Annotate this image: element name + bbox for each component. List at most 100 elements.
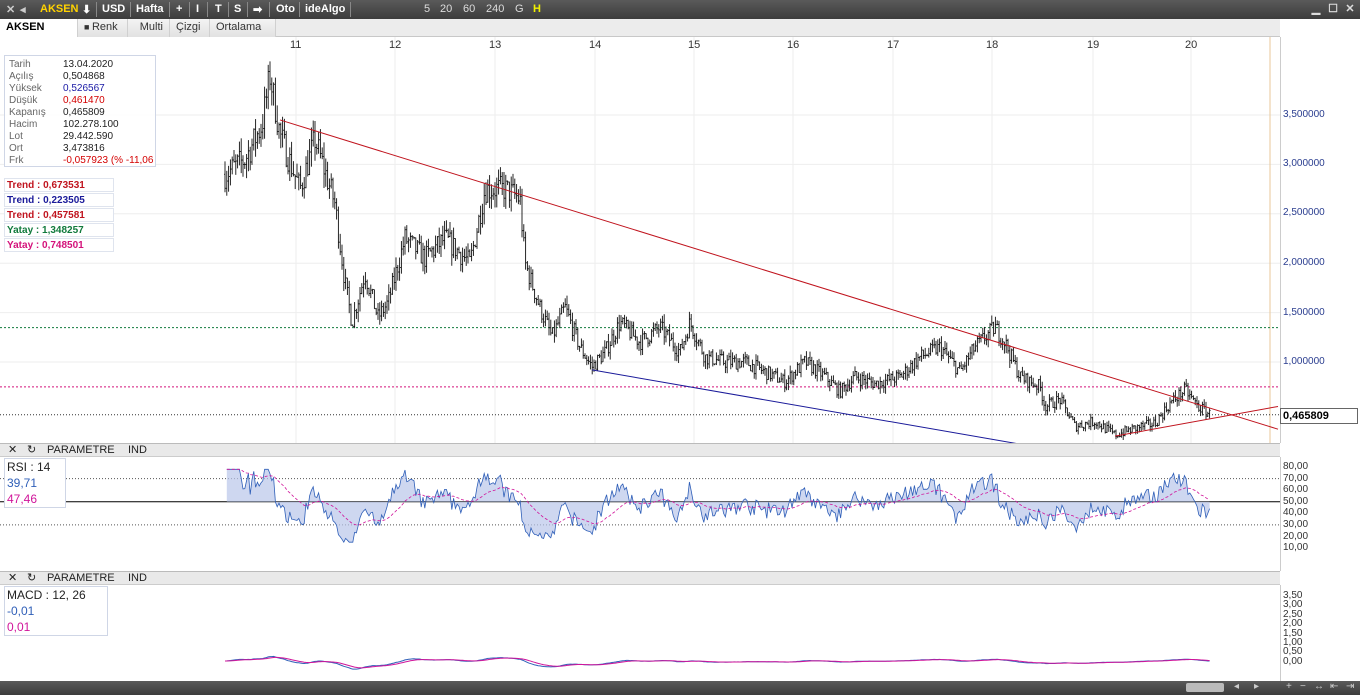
date-tick-label: 14 (589, 39, 602, 51)
currency-selector[interactable]: USD (102, 3, 125, 15)
macd-pane[interactable] (0, 585, 1280, 681)
charting-app: ✕ ◂ AKSEN ⬇ USD Hafta + I T S ➡ Oto ideA… (0, 0, 1360, 695)
price-axis (1280, 37, 1360, 443)
tab-bar: AKSEN ■ Renk Multi Çizgi Ortalama (0, 19, 1280, 37)
scrollbar-thumb[interactable] (1186, 683, 1224, 692)
date-tick-label: 19 (1087, 39, 1100, 51)
tab-multi[interactable]: Multi (128, 19, 170, 37)
info-value: 0,526567 (63, 83, 105, 94)
close-pane-icon[interactable]: ✕ (8, 572, 17, 585)
tab-ortalama[interactable]: Ortalama (210, 19, 276, 37)
oto-button[interactable]: Oto (276, 3, 295, 15)
price-tick-label: 2,500000 (1283, 207, 1325, 218)
rsi-tick-label: 50,00 (1283, 495, 1309, 507)
rsi-average-value: 47,46 (7, 492, 38, 506)
tool-plus-button[interactable]: + (176, 3, 182, 15)
price-chart-pane[interactable] (0, 37, 1280, 482)
info-value: 0,461470 (63, 95, 105, 106)
info-key: Lot (9, 131, 23, 142)
refresh-icon[interactable]: ↻ (27, 572, 36, 585)
info-key: Yüksek (9, 83, 42, 94)
period-60-button[interactable]: 60 (463, 3, 475, 15)
period-20-button[interactable]: 20 (440, 3, 452, 15)
trend-value: 0,223505 (43, 195, 85, 206)
idealgo-button[interactable]: ideAlgo (305, 3, 345, 15)
tab-renk-label: Renk (91, 21, 118, 33)
bottom-scrollbar[interactable] (0, 681, 1360, 695)
download-arrow-icon[interactable]: ⬇ (82, 3, 91, 16)
rsi-legend: RSI : 14 39,71 47,46 (4, 458, 66, 508)
descending-support-trendline (591, 369, 1231, 482)
collapse-icon[interactable]: ⇤ (1330, 681, 1338, 692)
rsi-tick-label: 30,00 (1283, 519, 1309, 530)
scroll-right-icon[interactable]: ▸ (1254, 681, 1259, 692)
tool-i-button[interactable]: I (196, 3, 199, 15)
close-pane-icon[interactable]: ✕ (8, 444, 17, 457)
rsi-ind-label[interactable]: IND (128, 444, 147, 457)
rsi-tick-label: 80,00 (1283, 461, 1309, 472)
period-240-button[interactable]: 240 (486, 3, 504, 15)
macd-ind-label[interactable]: IND (128, 572, 147, 585)
macd-legend: MACD : 12, 26 -0,01 0,01 (4, 586, 108, 636)
rsi-chart[interactable] (0, 457, 1280, 571)
trend-line-value[interactable]: Trend : 0,673531 (4, 178, 114, 192)
tool-t-button[interactable]: T (215, 3, 222, 15)
macd-pane-header: ✕ ↻ PARAMETRE IND (0, 571, 1280, 585)
tool-s-button[interactable]: S (234, 3, 241, 15)
trend-line-value[interactable]: Trend : 0,223505 (4, 193, 114, 207)
trend-line-value[interactable]: Trend : 0,457581 (4, 208, 114, 222)
tab-cizgi[interactable]: Çizgi (170, 19, 210, 37)
rsi-parameter-label[interactable]: PARAMETRE (47, 444, 115, 457)
rsi-tick-label: 20,00 (1283, 530, 1309, 542)
close-icon[interactable]: ✕ (6, 3, 15, 16)
rsi-value: 39,71 (7, 476, 38, 490)
info-key: Frk (9, 155, 24, 166)
rsi-tick-label: 70,00 (1283, 472, 1309, 484)
tab-renk[interactable]: ■ Renk (78, 19, 128, 37)
zoom-in-icon[interactable]: + (1286, 681, 1292, 692)
date-tick-label: 18 (986, 39, 999, 51)
trend-value: 1,348257 (42, 225, 84, 236)
info-key: Hacim (9, 119, 38, 130)
expand-icon[interactable]: ⇥ (1346, 681, 1354, 692)
scroll-left-icon[interactable]: ◂ (1234, 681, 1239, 692)
refresh-icon[interactable]: ↻ (27, 444, 36, 457)
period-5-button[interactable]: 5 (424, 3, 430, 15)
trend-label: Yatay (7, 240, 34, 251)
symbol-selector[interactable]: AKSEN (40, 3, 79, 15)
macd-chart[interactable] (0, 585, 1280, 681)
info-value: -0,057923 (% -11,06 (63, 155, 154, 166)
close-window-icon[interactable]: ✕ (1344, 3, 1356, 15)
yatay-line-value[interactable]: Yatay : 1,348257 (4, 223, 114, 237)
tab-symbol[interactable]: AKSEN (0, 19, 78, 37)
trend-value: 0,457581 (43, 210, 85, 221)
descending-resistance-trendline (279, 119, 1279, 430)
trend-value: 0,673531 (43, 180, 85, 191)
back-arrow-icon[interactable]: ◂ (20, 3, 26, 16)
rsi-pane-header: ✕ ↻ PARAMETRE IND (0, 443, 1280, 457)
period-h-button[interactable]: H (533, 3, 541, 15)
price-tick-label: 3,000000 (1283, 158, 1325, 169)
period-g-button[interactable]: G (515, 3, 524, 15)
fit-icon[interactable]: ↔ (1314, 681, 1324, 692)
info-value: 0,465809 (63, 107, 105, 118)
trend-label: Trend (7, 180, 35, 191)
trend-separator: : (33, 225, 43, 236)
date-tick-label: 15 (688, 39, 701, 51)
info-value: 29.442.590 (63, 131, 114, 142)
trend-label: Yatay (7, 225, 34, 236)
date-tick-label: 12 (389, 39, 402, 51)
zoom-out-icon[interactable]: − (1300, 681, 1306, 692)
maximize-icon[interactable]: ☐ (1327, 3, 1339, 15)
minimize-icon[interactable]: ▁ (1310, 3, 1322, 15)
period-selector[interactable]: Hafta (136, 3, 164, 15)
macd-parameter-label[interactable]: PARAMETRE (47, 572, 115, 585)
yatay-line-value[interactable]: Yatay : 0,748501 (4, 238, 114, 252)
price-bars (224, 61, 1211, 440)
trend-separator: : (34, 195, 44, 206)
rsi-pane[interactable] (0, 457, 1280, 571)
macd-title: MACD : 12, 26 (7, 588, 86, 602)
macd-signal-value: 0,01 (7, 620, 31, 634)
price-chart[interactable] (0, 37, 1280, 482)
arrow-right-icon[interactable]: ➡ (253, 3, 262, 16)
